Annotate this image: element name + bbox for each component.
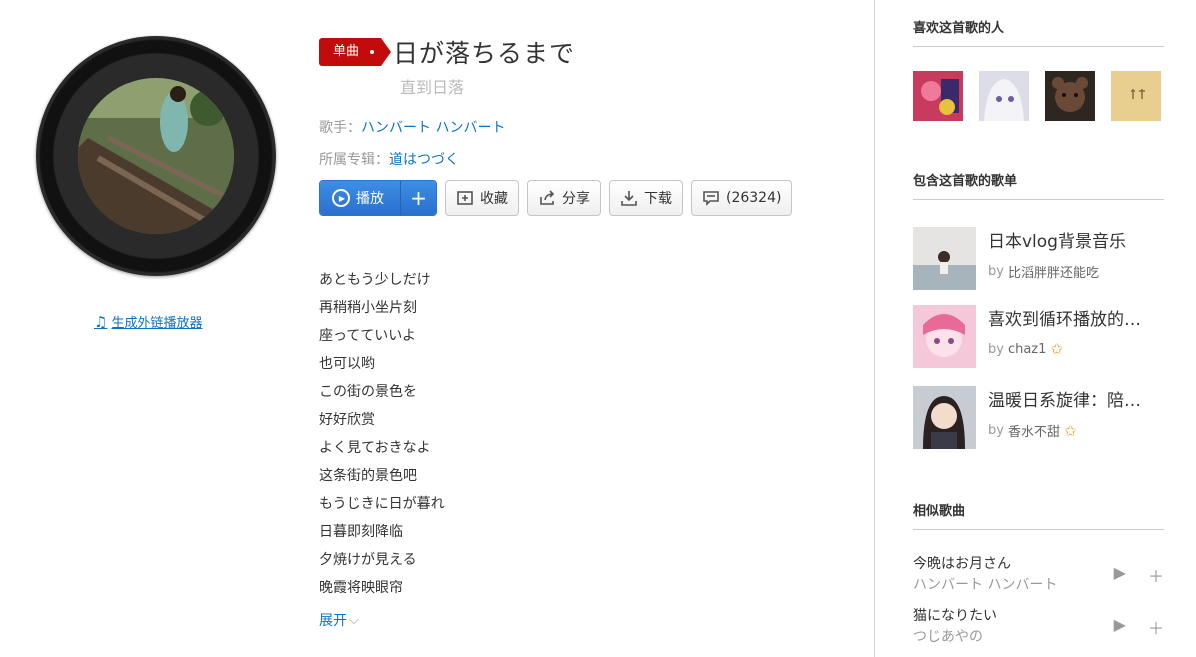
lyric-line: よく見ておきなよ: [319, 440, 431, 456]
add-icon[interactable]: ＋: [1148, 615, 1164, 639]
lyric-line: 座ってていいよ: [319, 328, 417, 344]
lyrics: あともう少しだけ 再稍稍小坐片刻 座ってていいよ 也可以哟 この街の景色を 好好…: [319, 266, 445, 602]
add-label: +: [410, 186, 427, 210]
comment-count: (26324): [726, 190, 782, 206]
music-note-icon: ♫: [94, 312, 108, 331]
artist-row: 歌手：ハンバート ハンバート: [319, 117, 505, 137]
lyric-line: もうじきに日が暮れ: [319, 496, 445, 512]
collect-label: 收藏: [480, 191, 508, 207]
album-cover: [78, 78, 234, 234]
song-info: 单曲 日が落ちるまで 直到日落 歌手：ハンバート ハンバート 所属专辑：道はつづ…: [319, 34, 839, 629]
action-buttons: ▶ 播放 + 收藏 分享 下载 (26324): [319, 180, 793, 216]
avatar[interactable]: [1045, 71, 1095, 121]
generate-player-link[interactable]: ♫ 生成外链播放器: [94, 312, 203, 332]
badge-dot: [370, 50, 375, 54]
download-icon: [621, 191, 637, 206]
playlist-creator[interactable]: chaz1: [1008, 342, 1046, 357]
play-icon[interactable]: ▶: [1114, 563, 1126, 587]
comment-button[interactable]: (26324): [691, 180, 793, 216]
generate-player-label: 生成外链播放器: [111, 316, 203, 331]
lyric-line: 这条街的景色吧: [319, 468, 417, 484]
download-button[interactable]: 下载: [609, 180, 683, 216]
playlist-creator[interactable]: 比滔胖胖还能吃: [1008, 262, 1099, 281]
album-link[interactable]: 道はつづく: [389, 152, 459, 168]
avatar[interactable]: [979, 71, 1029, 121]
album-disc: [36, 36, 276, 276]
playlist-item[interactable]: 温暖日系旋律：陪你入眠 by 香水不甜✩: [913, 386, 1154, 449]
star-icon: ✩: [1063, 421, 1077, 440]
playlist-cover: [913, 227, 976, 290]
artist-link[interactable]: ハンバート ハンバート: [361, 120, 505, 136]
by-label: by: [988, 423, 1004, 438]
similar-title: 相似歌曲: [913, 500, 1164, 530]
lyric-line: 再稍稍小坐片刻: [319, 300, 417, 316]
expand-lyrics-link[interactable]: 展开 ⌵: [319, 610, 359, 630]
chevron-down-icon: ⌵: [349, 612, 359, 628]
avatar[interactable]: [1111, 71, 1161, 121]
playlist-creator[interactable]: 香水不甜: [1008, 421, 1060, 440]
single-badge: 单曲: [319, 38, 392, 66]
playlist-cover: [913, 305, 976, 368]
album-row: 所属专辑：道はつづく: [319, 149, 459, 169]
playlist-name[interactable]: 喜欢到循环播放的日系: [988, 305, 1154, 330]
lyric-line: この街の景色を: [319, 384, 417, 400]
lyric-line: あともう少しだけ: [319, 272, 431, 288]
playlist-item[interactable]: 日本vlog背景音乐 by 比滔胖胖还能吃: [913, 227, 1154, 290]
likers-title: 喜欢这首歌的人: [913, 17, 1164, 47]
album-label: 所属专辑：: [319, 152, 389, 168]
artist-label: 歌手：: [319, 120, 361, 136]
play-icon[interactable]: ▶: [1114, 615, 1126, 639]
play-button-group: ▶ 播放 +: [319, 180, 437, 216]
download-label: 下载: [644, 191, 672, 207]
comment-icon: [703, 191, 719, 206]
play-label: 播放: [356, 191, 384, 207]
similar-song-item: 今晩はお月さん ハンバート ハンバート ▶ ＋: [913, 553, 1164, 594]
add-icon[interactable]: ＋: [1148, 563, 1164, 587]
lyric-line: 夕焼けが見える: [319, 552, 417, 568]
collect-button[interactable]: 收藏: [445, 180, 519, 216]
playlist-name[interactable]: 温暖日系旋律：陪你入眠: [988, 386, 1154, 411]
playlist-name[interactable]: 日本vlog背景音乐: [988, 227, 1154, 252]
share-label: 分享: [562, 191, 590, 207]
single-badge-label: 单曲: [333, 44, 360, 59]
lyric-line: 也可以哟: [319, 356, 375, 372]
lyric-line: 日暮即刻降临: [319, 524, 403, 540]
playlist-cover: [913, 386, 976, 449]
play-button[interactable]: ▶ 播放: [320, 181, 400, 215]
song-title: 日が落ちるまで: [393, 39, 576, 68]
by-label: by: [988, 264, 1004, 279]
play-icon: ▶: [332, 189, 350, 207]
sidebar: 喜欢这首歌的人 包含这首歌的歌单 日本vlog背景音乐 by 比滔胖胖还能吃 喜欢…: [874, 0, 1196, 657]
playlists-title: 包含这首歌的歌单: [913, 170, 1164, 200]
lyric-line: 晚霞将映眼帘: [319, 580, 403, 596]
by-label: by: [988, 341, 1004, 357]
expand-label: 展开: [319, 613, 347, 629]
share-icon: [540, 190, 555, 205]
star-icon: ✩: [1050, 340, 1063, 358]
share-button[interactable]: 分享: [527, 180, 601, 216]
add-to-playlist-button[interactable]: +: [400, 181, 436, 215]
likers-list: [913, 71, 1161, 121]
playlist-item[interactable]: 喜欢到循环播放的日系 by chaz1 ✩: [913, 305, 1154, 368]
avatar[interactable]: [913, 71, 963, 121]
similar-song-item: 猫になりたい つじあやの ▶ ＋: [913, 605, 1164, 646]
song-subtitle: 直到日落: [400, 78, 465, 97]
collect-icon: [457, 191, 473, 205]
lyric-line: 好好欣赏: [319, 412, 375, 428]
